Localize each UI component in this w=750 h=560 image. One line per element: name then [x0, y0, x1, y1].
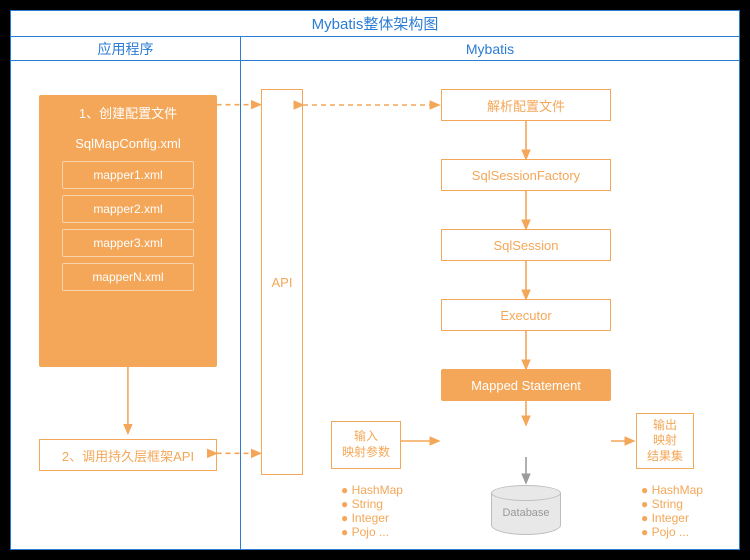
flow-label-0: 解析配置文件: [487, 96, 565, 115]
diagram-title: Mybatis整体架构图: [11, 11, 739, 37]
app-header: 应用程序: [11, 37, 240, 61]
flow-label-3: Executor: [500, 308, 551, 323]
flow-label-4: Mapped Statement: [471, 378, 581, 393]
output-l3: 结果集: [647, 449, 683, 465]
flow-box-4: Mapped Statement: [441, 369, 611, 401]
type-item: HashMap: [341, 483, 403, 497]
mapper-item: mapper1.xml: [62, 161, 194, 189]
type-item: Pojo ...: [641, 525, 703, 539]
diagram-canvas: Mybatis整体架构图 应用程序 1、创建配置文件 SqlMapConfig.…: [10, 10, 740, 550]
flow-box-1: SqlSessionFactory: [441, 159, 611, 191]
output-l1: 输出: [653, 418, 677, 434]
type-item: Pojo ...: [341, 525, 403, 539]
config-box: SqlMapConfig.xml mapper1.xml mapper2.xml m…: [51, 131, 205, 355]
flow-box-0: 解析配置文件: [441, 89, 611, 121]
flow-box-2: SqlSession: [441, 229, 611, 261]
step2-box: 2、调用持久层框架API: [39, 439, 217, 471]
type-item: String: [641, 497, 703, 511]
input-l2: 映射参数: [342, 445, 390, 461]
mapper-item: mapperN.xml: [62, 263, 194, 291]
type-item: Integer: [341, 511, 403, 525]
flow-label-1: SqlSessionFactory: [472, 168, 580, 183]
mybatis-header: Mybatis: [241, 37, 739, 61]
output-l2: 映射: [653, 433, 677, 449]
database-icon: Database: [491, 485, 561, 535]
type-item: Integer: [641, 511, 703, 525]
api-label: API: [272, 275, 293, 290]
type-item: HashMap: [641, 483, 703, 497]
input-types: HashMapStringIntegerPojo ...: [341, 483, 403, 539]
app-column: 应用程序 1、创建配置文件 SqlMapConfig.xml mapper1.x…: [11, 37, 241, 549]
mybatis-column: Mybatis API 解析配置文件 SqlSessionFactory SqlSe…: [241, 37, 739, 549]
step1-label: 1、创建配置文件: [79, 103, 177, 122]
step2-label: 2、调用持久层框架API: [62, 446, 194, 465]
output-box: 输出 映射 结果集: [636, 413, 694, 469]
input-box: 输入 映射参数: [331, 421, 401, 469]
flow-box-3: Executor: [441, 299, 611, 331]
output-types: HashMapStringIntegerPojo ...: [641, 483, 703, 539]
mapper-item: mapper2.xml: [62, 195, 194, 223]
config-title: SqlMapConfig.xml: [52, 132, 204, 155]
database-label: Database: [491, 507, 561, 519]
input-l1: 输入: [354, 429, 378, 445]
flow-label-2: SqlSession: [493, 238, 558, 253]
mapper-item: mapper3.xml: [62, 229, 194, 257]
api-box: API: [261, 89, 303, 475]
type-item: String: [341, 497, 403, 511]
